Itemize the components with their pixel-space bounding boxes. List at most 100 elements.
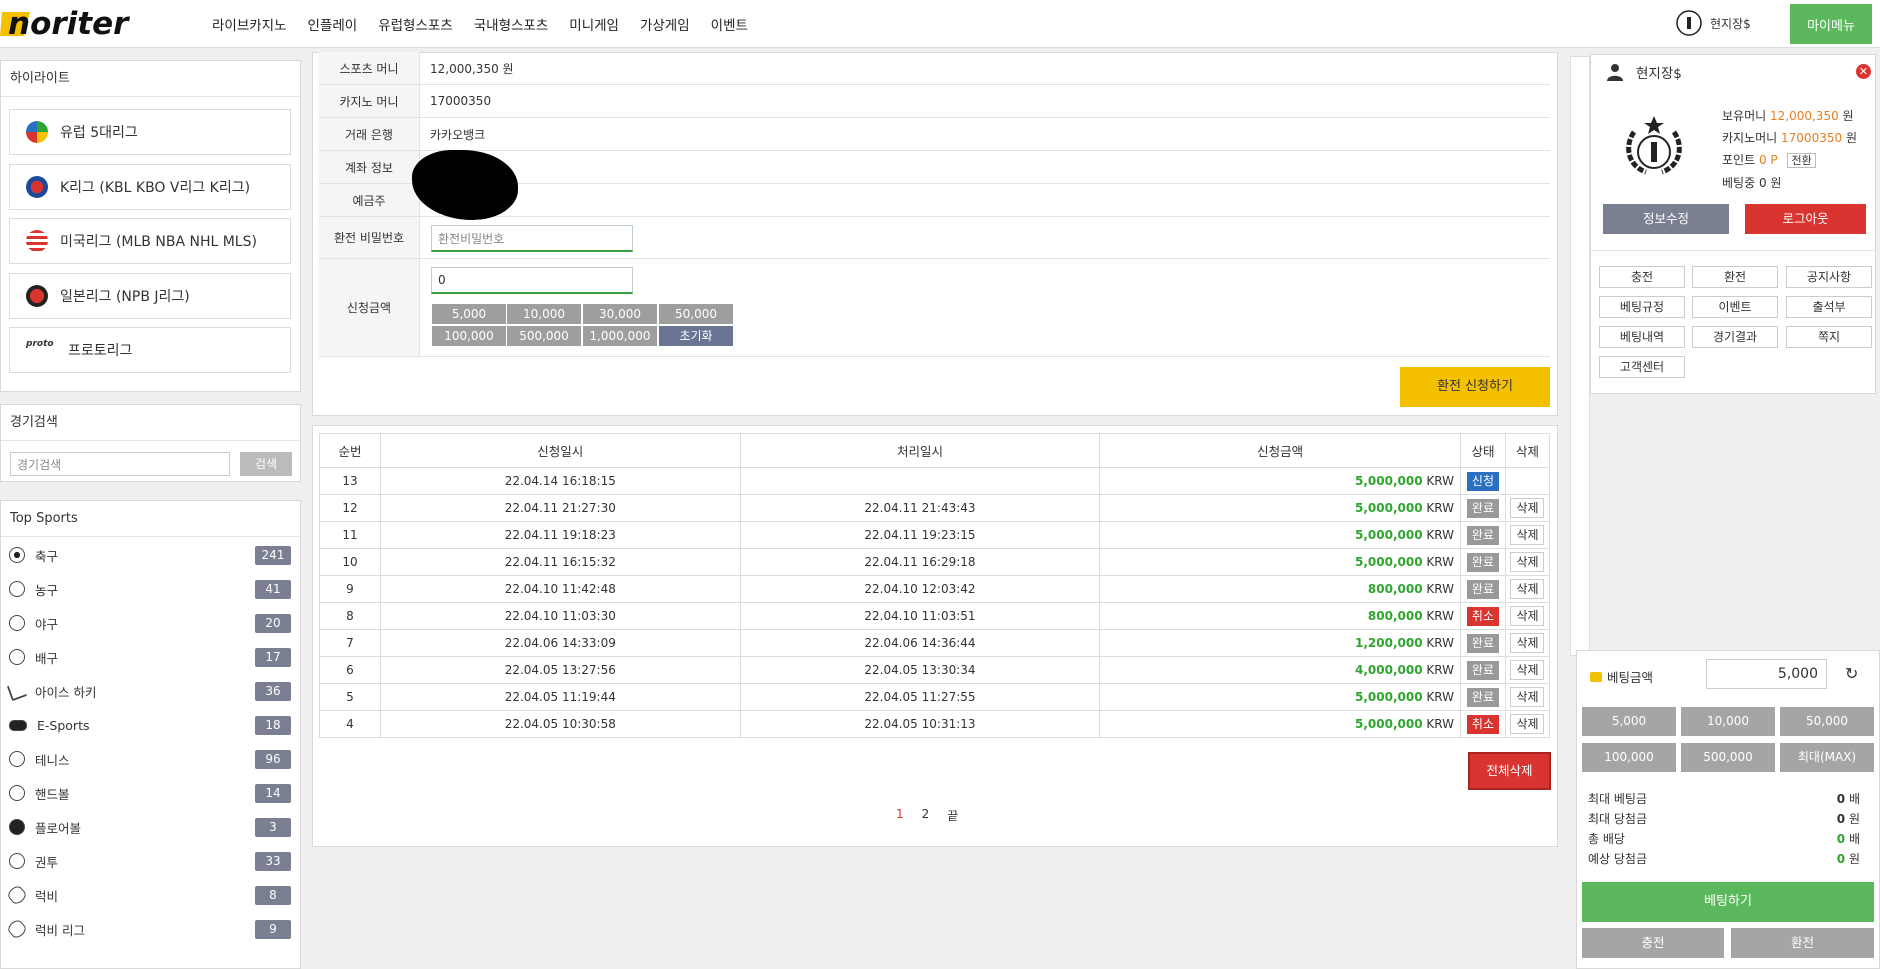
my-menu-button[interactable]: 마이메뉴 bbox=[1790, 4, 1872, 44]
menu-withdraw[interactable]: 환전 bbox=[1692, 266, 1778, 288]
nav-korea-sports[interactable]: 국내형스포츠 bbox=[474, 14, 549, 34]
delete-row-button[interactable]: 삭제 bbox=[1510, 525, 1545, 545]
volleyball-icon bbox=[9, 649, 25, 665]
amount-5000-button[interactable]: 5,000 bbox=[432, 304, 506, 324]
baseball-icon bbox=[9, 615, 25, 631]
menu-event[interactable]: 이벤트 bbox=[1692, 296, 1778, 318]
bet-deposit-button[interactable]: 충전 bbox=[1582, 928, 1724, 958]
delete-all-button[interactable]: 전체삭제 bbox=[1468, 752, 1551, 790]
sport-soccer[interactable]: 축구 241 bbox=[9, 538, 291, 572]
sport-ice-hockey[interactable]: 아이스 하키 36 bbox=[6, 674, 291, 708]
top-sports-title: Top Sports bbox=[1, 501, 300, 537]
league-usa[interactable]: 미국리그 (MLB NBA NHL MLS) bbox=[9, 218, 291, 264]
soccer-ball-icon bbox=[9, 547, 25, 563]
place-bet-button[interactable]: 베팅하기 bbox=[1582, 882, 1874, 922]
amount-1000000-button[interactable]: 1,000,000 bbox=[583, 326, 657, 346]
table-row: 6 22.04.05 13:27:56 22.04.05 13:30:34 4,000… bbox=[319, 656, 1551, 684]
row-amount: 4,000,000 KRW bbox=[1099, 656, 1461, 684]
menu-customer-center[interactable]: 고객센터 bbox=[1599, 356, 1685, 378]
rugby-ball-icon bbox=[5, 883, 29, 907]
nav-event[interactable]: 이벤트 bbox=[711, 14, 748, 34]
menu-betting-rules[interactable]: 베팅규정 bbox=[1599, 296, 1685, 318]
sport-baseball[interactable]: 야구 20 bbox=[9, 606, 291, 640]
nav-inplay[interactable]: 인플레이 bbox=[308, 14, 358, 34]
submit-withdraw-button[interactable]: 환전 신청하기 bbox=[1400, 367, 1550, 407]
menu-match-results[interactable]: 경기결과 bbox=[1692, 326, 1778, 348]
menu-messages[interactable]: 쪽지 bbox=[1786, 326, 1872, 348]
bet-5000-button[interactable]: 5,000 bbox=[1582, 707, 1676, 736]
amount-50000-button[interactable]: 50,000 bbox=[659, 304, 733, 324]
nav-mini-game[interactable]: 미니게임 bbox=[569, 14, 619, 34]
sport-boxing[interactable]: 권투 33 bbox=[9, 844, 291, 878]
match-search-button[interactable]: 검색 bbox=[240, 452, 292, 476]
sport-handball[interactable]: 핸드볼 14 bbox=[9, 776, 291, 810]
logout-button[interactable]: 로그아웃 bbox=[1745, 204, 1866, 234]
amount-input[interactable]: 0 bbox=[431, 267, 633, 294]
nav-virtual-game[interactable]: 가상게임 bbox=[640, 14, 690, 34]
league-proto[interactable]: proto 프로토리그 bbox=[9, 327, 291, 373]
sport-rugby-league[interactable]: 럭비 리그 9 bbox=[5, 912, 291, 946]
refresh-icon[interactable]: ↻ bbox=[1845, 664, 1858, 683]
page-1-link[interactable]: 1 bbox=[896, 807, 904, 824]
delete-row-button[interactable]: 삭제 bbox=[1510, 606, 1545, 626]
row-process-time: 22.04.11 16:29:18 bbox=[739, 548, 1101, 576]
amount-reset-button[interactable]: 초기화 bbox=[659, 326, 733, 346]
sport-basketball[interactable]: 농구 41 bbox=[9, 572, 291, 606]
sport-rugby[interactable]: 럭비 8 bbox=[5, 878, 291, 912]
table-row: 12 22.04.11 21:27:30 22.04.11 21:43:43 5,00… bbox=[319, 494, 1551, 522]
status-badge: 완료 bbox=[1466, 498, 1499, 518]
amount-10000-button[interactable]: 10,000 bbox=[507, 304, 581, 324]
bet-withdraw-button[interactable]: 환전 bbox=[1731, 928, 1874, 958]
hold-money-value: 12,000,350 bbox=[1770, 109, 1839, 123]
delete-row-button[interactable]: 삭제 bbox=[1510, 714, 1545, 734]
bet-50000-button[interactable]: 50,000 bbox=[1780, 707, 1874, 736]
point-convert-button[interactable]: 전환 bbox=[1787, 153, 1816, 168]
league-korea[interactable]: K리그 (KBL KBO V리그 K리그) bbox=[9, 164, 291, 210]
nav-live-casino[interactable]: 라이브카지노 bbox=[212, 14, 287, 34]
delete-row-button[interactable]: 삭제 bbox=[1510, 633, 1545, 653]
league-japan[interactable]: 일본리그 (NPB J리그) bbox=[9, 273, 291, 319]
row-delete bbox=[1504, 467, 1551, 495]
menu-deposit[interactable]: 충전 bbox=[1599, 266, 1685, 288]
menu-notice[interactable]: 공지사항 bbox=[1786, 266, 1872, 288]
sport-volleyball[interactable]: 배구 17 bbox=[9, 640, 291, 674]
match-search-input[interactable]: 경기검색 bbox=[10, 452, 230, 476]
sports-money-row: 스포츠 머니 12,000,350 원 bbox=[319, 52, 1550, 85]
league-europe[interactable]: 유럽 5대리그 bbox=[9, 109, 291, 155]
logo[interactable]: noriter bbox=[0, 6, 190, 42]
sport-tennis[interactable]: 테니스 96 bbox=[9, 742, 291, 776]
row-no: 12 bbox=[319, 494, 381, 522]
sport-count: 17 bbox=[255, 647, 291, 667]
delete-row-button[interactable]: 삭제 bbox=[1510, 552, 1545, 572]
bet-100000-button[interactable]: 100,000 bbox=[1582, 743, 1676, 772]
delete-row-button[interactable]: 삭제 bbox=[1510, 498, 1545, 518]
page-2-link[interactable]: 2 bbox=[922, 807, 930, 824]
menu-attendance[interactable]: 출석부 bbox=[1786, 296, 1872, 318]
delete-row-button[interactable]: 삭제 bbox=[1510, 660, 1545, 680]
bet-10000-button[interactable]: 10,000 bbox=[1681, 707, 1775, 736]
table-row: 11 22.04.11 19:18:23 22.04.11 19:23:15 5,00… bbox=[319, 521, 1551, 549]
bet-amount-input[interactable]: 5,000 bbox=[1706, 659, 1827, 689]
casino-money-value: 17000350 bbox=[1781, 131, 1843, 145]
menu-betting-history[interactable]: 베팅내역 bbox=[1599, 326, 1685, 348]
nav-euro-sports[interactable]: 유럽형스포츠 bbox=[378, 14, 453, 34]
row-request-time: 22.04.05 10:30:58 bbox=[379, 710, 741, 738]
close-icon[interactable]: ✕ bbox=[1856, 64, 1871, 79]
status-badge: 취소 bbox=[1466, 714, 1499, 734]
last-page-link[interactable]: 끝 bbox=[947, 807, 958, 824]
delete-row-button[interactable]: 삭제 bbox=[1510, 687, 1545, 707]
sport-esports[interactable]: E-Sports 18 bbox=[9, 708, 291, 742]
bet-500000-button[interactable]: 500,000 bbox=[1681, 743, 1775, 772]
amount-100000-button[interactable]: 100,000 bbox=[432, 326, 506, 346]
edit-info-button[interactable]: 정보수정 bbox=[1603, 204, 1729, 234]
table-row: 10 22.04.11 16:15:32 22.04.11 16:29:18 5,00… bbox=[319, 548, 1551, 576]
amount-30000-button[interactable]: 30,000 bbox=[583, 304, 657, 324]
amount-500000-button[interactable]: 500,000 bbox=[507, 326, 581, 346]
delete-row-button[interactable]: 삭제 bbox=[1510, 579, 1545, 599]
table-row: 8 22.04.10 11:03:30 22.04.10 11:03:51 800,0… bbox=[319, 602, 1551, 630]
bet-max-button[interactable]: 최대(MAX) bbox=[1780, 743, 1874, 772]
user-summary[interactable]: 현지장$ bbox=[1676, 10, 1751, 36]
row-status: 취소 bbox=[1459, 602, 1506, 630]
sport-floorball[interactable]: 플로어볼 3 bbox=[9, 810, 291, 844]
withdraw-password-input[interactable]: 환전비밀번호 bbox=[431, 225, 633, 252]
